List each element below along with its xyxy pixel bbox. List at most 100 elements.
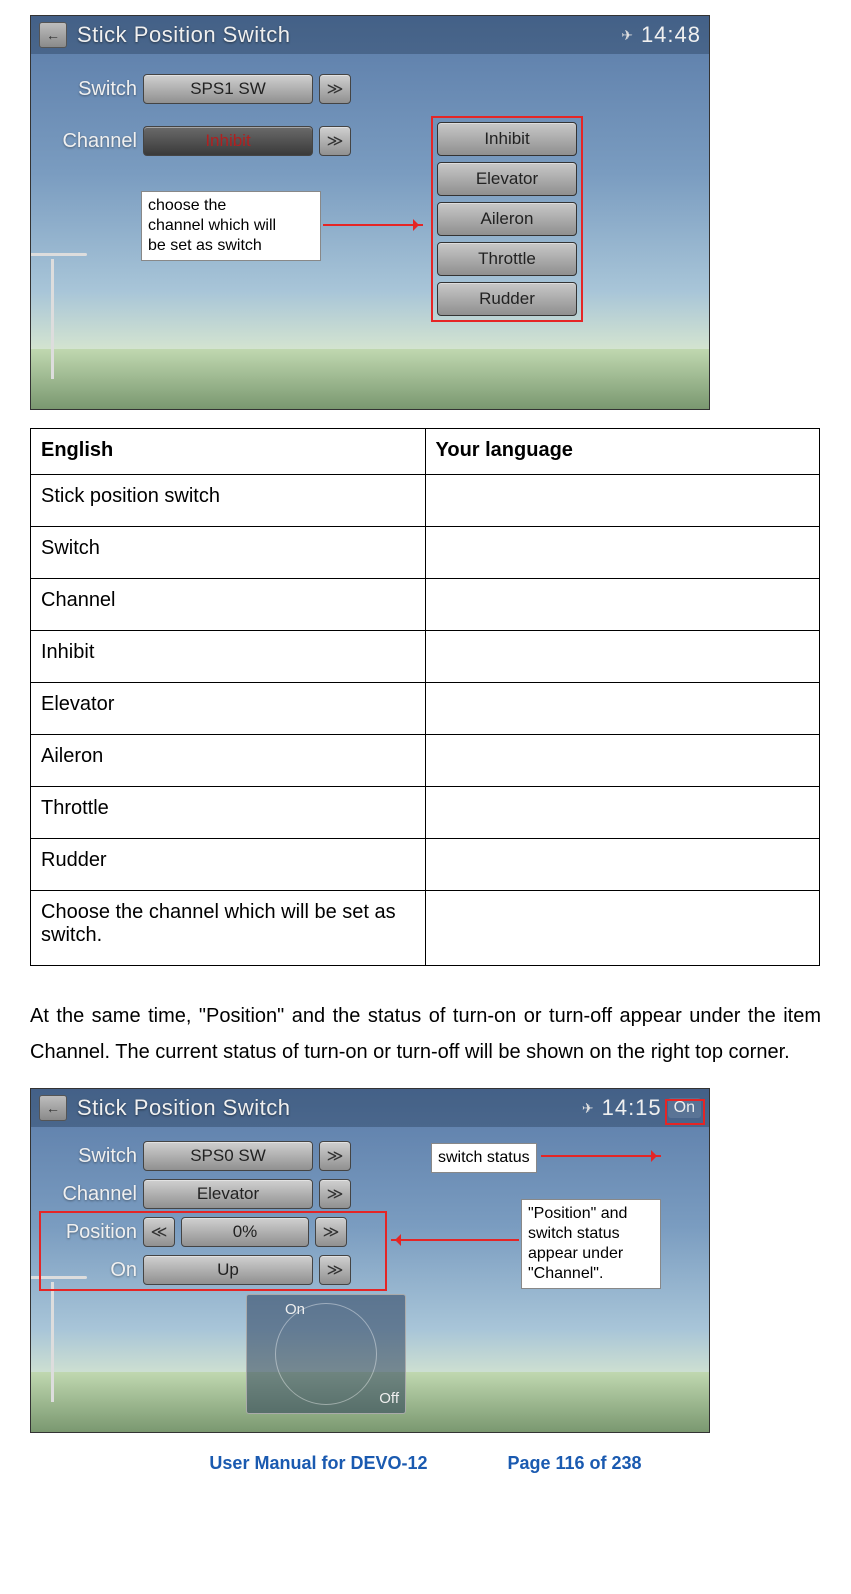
label-position: Position <box>39 1221 137 1244</box>
table-row: Choose the channel which will be set as … <box>31 891 820 966</box>
value-position[interactable]: 0% <box>181 1217 309 1247</box>
row-switch: Switch SPS0 SW ≫ <box>39 1141 351 1171</box>
callout-switch-status: switch status <box>431 1143 537 1173</box>
channel-next-button[interactable]: ≫ <box>319 126 351 156</box>
on-next-button[interactable]: ≫ <box>319 1255 351 1285</box>
highlight-box-status <box>665 1099 705 1125</box>
row-channel: Channel Elevator ≫ <box>39 1179 351 1209</box>
arrow-to-status <box>541 1155 661 1157</box>
row-channel: Channel Inhibit ≫ <box>39 126 351 156</box>
label-channel: Channel <box>39 1183 137 1206</box>
clock-time: 14:15 <box>602 1095 662 1121</box>
plane-icon: ✈ <box>621 27 633 44</box>
row-switch: Switch SPS1 SW ≫ <box>39 74 351 104</box>
label-channel: Channel <box>39 130 137 153</box>
table-header-row: English Your language <box>31 429 820 475</box>
cell-english: Elevator <box>31 683 426 735</box>
value-on[interactable]: Up <box>143 1255 313 1285</box>
arrow-to-dropdown <box>323 224 423 226</box>
header-english: English <box>31 429 426 475</box>
option-elevator[interactable]: Elevator <box>437 162 577 196</box>
switch-next-button[interactable]: ≫ <box>319 74 351 104</box>
cell-english: Rudder <box>31 839 426 891</box>
screen-title: Stick Position Switch <box>77 1095 582 1121</box>
clock-time: 14:48 <box>641 22 701 48</box>
page-footer: User Manual for DEVO-12 Page 116 of 238 <box>30 1453 821 1474</box>
cell-english: Throttle <box>31 787 426 839</box>
cell-your-language <box>425 787 820 839</box>
row-on: On Up ≫ <box>39 1255 351 1285</box>
table-row: Aileron <box>31 735 820 787</box>
cell-your-language <box>425 683 820 735</box>
row-position: Position ≪ 0% ≫ <box>39 1217 347 1247</box>
screen-title: Stick Position Switch <box>77 22 621 48</box>
table-row: Throttle <box>31 787 820 839</box>
callout-choose-channel: choose the channel which will be set as … <box>141 191 321 261</box>
cell-english: Aileron <box>31 735 426 787</box>
back-icon: ← <box>46 27 60 43</box>
chevron-right-icon: ≫ <box>323 1222 340 1242</box>
radar-on-label: On <box>285 1301 305 1318</box>
table-row: Channel <box>31 579 820 631</box>
cell-english: Switch <box>31 527 426 579</box>
table-row: Switch <box>31 527 820 579</box>
screenshot-stick-position-1: ← Stick Position Switch ✈ 14:48 Switch S… <box>30 15 710 410</box>
cell-your-language <box>425 839 820 891</box>
table-row: Stick position switch <box>31 475 820 527</box>
plane-icon: ✈ <box>582 1100 594 1117</box>
callout-position-status: "Position" and switch status appear unde… <box>521 1199 661 1289</box>
cell-english: Inhibit <box>31 631 426 683</box>
back-button[interactable]: ← <box>39 22 67 48</box>
footer-page-number: Page 116 of 238 <box>507 1453 641 1474</box>
table-row: Elevator <box>31 683 820 735</box>
screen-topbar: ← Stick Position Switch ✈ 14:48 <box>31 16 709 54</box>
cell-your-language <box>425 891 820 966</box>
value-channel[interactable]: Inhibit <box>143 126 313 156</box>
value-channel[interactable]: Elevator <box>143 1179 313 1209</box>
chevron-right-icon: ≫ <box>327 131 344 151</box>
label-switch: Switch <box>39 1145 137 1168</box>
back-button[interactable]: ← <box>39 1095 67 1121</box>
screenshot-stick-position-2: ← Stick Position Switch ✈ 14:15 On Switc… <box>30 1088 710 1433</box>
windmill-graphic <box>51 1282 54 1402</box>
position-next-button[interactable]: ≫ <box>315 1217 347 1247</box>
radar-display: On Off <box>246 1294 406 1414</box>
value-switch[interactable]: SPS0 SW <box>143 1141 313 1171</box>
position-prev-button[interactable]: ≪ <box>143 1217 175 1247</box>
option-aileron[interactable]: Aileron <box>437 202 577 236</box>
channel-next-button[interactable]: ≫ <box>319 1179 351 1209</box>
chevron-right-icon: ≫ <box>327 1146 344 1166</box>
arrow-to-position-box <box>391 1239 519 1241</box>
header-your-language: Your language <box>425 429 820 475</box>
body-paragraph: At the same time, "Position" and the sta… <box>30 998 821 1070</box>
channel-dropdown: Inhibit Elevator Aileron Throttle Rudder <box>431 116 583 322</box>
cell-your-language <box>425 527 820 579</box>
cell-your-language <box>425 631 820 683</box>
cell-english: Channel <box>31 579 426 631</box>
radar-off-label: Off <box>379 1390 399 1407</box>
background-ground <box>31 349 709 409</box>
cell-your-language <box>425 735 820 787</box>
table-row: Inhibit <box>31 631 820 683</box>
footer-product: User Manual for DEVO-12 <box>209 1453 427 1474</box>
screen-topbar: ← Stick Position Switch ✈ 14:15 On <box>31 1089 709 1127</box>
translation-table: English Your language Stick position swi… <box>30 428 820 966</box>
label-switch: Switch <box>39 78 137 101</box>
cell-english: Choose the channel which will be set as … <box>31 891 426 966</box>
option-inhibit[interactable]: Inhibit <box>437 122 577 156</box>
option-rudder[interactable]: Rudder <box>437 282 577 316</box>
windmill-graphic <box>51 259 54 379</box>
chevron-right-icon: ≫ <box>327 1184 344 1204</box>
table-row: Rudder <box>31 839 820 891</box>
option-throttle[interactable]: Throttle <box>437 242 577 276</box>
cell-your-language <box>425 475 820 527</box>
value-switch[interactable]: SPS1 SW <box>143 74 313 104</box>
cell-your-language <box>425 579 820 631</box>
label-on: On <box>39 1259 137 1282</box>
cell-english: Stick position switch <box>31 475 426 527</box>
chevron-right-icon: ≫ <box>327 1260 344 1280</box>
chevron-left-icon: ≪ <box>151 1222 168 1242</box>
chevron-right-icon: ≫ <box>327 79 344 99</box>
switch-next-button[interactable]: ≫ <box>319 1141 351 1171</box>
back-icon: ← <box>46 1100 60 1116</box>
